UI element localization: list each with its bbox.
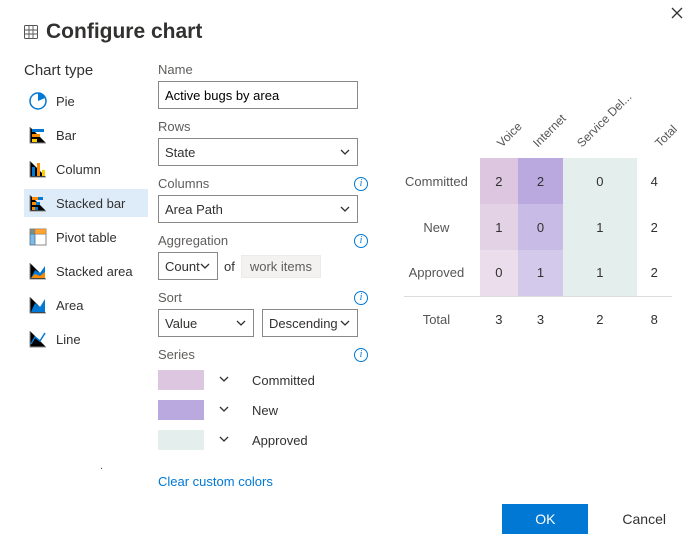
info-icon[interactable]: i <box>354 234 368 248</box>
chart-type-label: Area <box>56 298 83 313</box>
series-item[interactable]: New <box>158 400 368 420</box>
chart-type-stacked-bar[interactable]: Stacked bar <box>24 189 148 217</box>
ok-button[interactable]: OK <box>502 504 588 534</box>
series-item[interactable]: Committed <box>158 370 368 390</box>
info-icon[interactable]: i <box>354 177 368 191</box>
name-field[interactable] <box>158 81 358 109</box>
series-swatch <box>158 400 204 420</box>
col-header: Voice <box>480 96 518 158</box>
col-header: Internet <box>518 96 563 158</box>
aggregation-target: work items <box>241 255 321 278</box>
chart-type-label: Stacked bar <box>56 196 125 211</box>
series-swatch <box>158 370 204 390</box>
chevron-down-icon <box>218 373 230 388</box>
chevron-down-icon <box>339 146 351 158</box>
sidebar-heading: Chart type <box>24 62 148 79</box>
area-icon <box>28 295 48 315</box>
chart-type-label: Pivot table <box>56 230 117 245</box>
series-label: Series <box>158 347 195 362</box>
sort-dir-select[interactable]: Descending <box>262 309 358 337</box>
chart-type-label: Stacked area <box>56 264 133 279</box>
column-icon <box>28 159 48 179</box>
info-icon[interactable]: i <box>354 348 368 362</box>
table-row: Approved 0 1 1 2 <box>404 250 672 296</box>
aggregation-label: Aggregation <box>158 233 228 248</box>
chevron-down-icon <box>218 403 230 418</box>
col-header: Total <box>637 96 672 158</box>
series-label-text: Committed <box>244 373 315 388</box>
stacked-area-icon <box>28 261 48 281</box>
chevron-down-icon <box>339 317 351 329</box>
chart-type-label: Line <box>56 332 81 347</box>
name-label: Name <box>158 62 193 77</box>
close-icon[interactable] <box>670 6 684 24</box>
table-row: New 1 0 1 2 <box>404 204 672 250</box>
clear-custom-colors-link[interactable]: Clear custom colors <box>158 474 273 489</box>
line-icon <box>28 329 48 349</box>
chart-type-label: Column <box>56 162 101 177</box>
table-row: Committed 2 2 0 4 <box>404 158 672 204</box>
cancel-button[interactable]: Cancel <box>616 510 672 528</box>
chart-type-area[interactable]: Area <box>24 291 148 319</box>
chart-type-label: Pie <box>56 94 75 109</box>
dialog-title: Configure chart <box>46 20 202 44</box>
chevron-down-icon <box>218 433 230 448</box>
rows-label: Rows <box>158 119 191 134</box>
sort-field-select[interactable]: Value <box>158 309 254 337</box>
series-swatch <box>158 430 204 450</box>
chart-type-label: Bar <box>56 128 76 143</box>
chart-type-pivot-table[interactable]: Pivot table <box>24 223 148 251</box>
chevron-down-icon <box>235 317 247 329</box>
columns-label: Columns <box>158 176 209 191</box>
chart-type-bar[interactable]: Bar <box>24 121 148 149</box>
bar-icon <box>28 125 48 145</box>
chart-type-line[interactable]: Line <box>24 325 148 353</box>
aggregation-select[interactable]: Count <box>158 252 218 280</box>
pie-icon <box>28 91 48 111</box>
chart-type-pie[interactable]: Pie <box>24 87 148 115</box>
series-label-text: Approved <box>244 433 308 448</box>
chart-type-column[interactable]: Column <box>24 155 148 183</box>
table-row-total: Total 3 3 2 8 <box>404 296 672 342</box>
table-grid-icon <box>24 25 38 39</box>
chart-preview: Voice Internet Service Del... Total Comm… <box>378 62 672 489</box>
col-header: Service Del... <box>563 96 636 158</box>
series-item[interactable]: Approved <box>158 430 368 450</box>
chevron-down-icon <box>199 260 211 272</box>
pivot-table-icon <box>28 227 48 247</box>
columns-select[interactable]: Area Path <box>158 195 358 223</box>
aggregation-of: of <box>224 259 235 274</box>
preview-table: Voice Internet Service Del... Total Comm… <box>404 96 672 342</box>
info-icon[interactable]: i <box>354 291 368 305</box>
rows-select[interactable]: State <box>158 138 358 166</box>
chevron-down-icon <box>339 203 351 215</box>
series-label-text: New <box>244 403 278 418</box>
sort-label: Sort <box>158 290 182 305</box>
stacked-bar-icon <box>28 193 48 213</box>
chart-type-stacked-area[interactable]: Stacked area <box>24 257 148 285</box>
settings-panel: Name Rows State Columns i Area Path <box>158 62 368 489</box>
chart-type-sidebar: Chart type Pie Bar <box>24 62 148 489</box>
